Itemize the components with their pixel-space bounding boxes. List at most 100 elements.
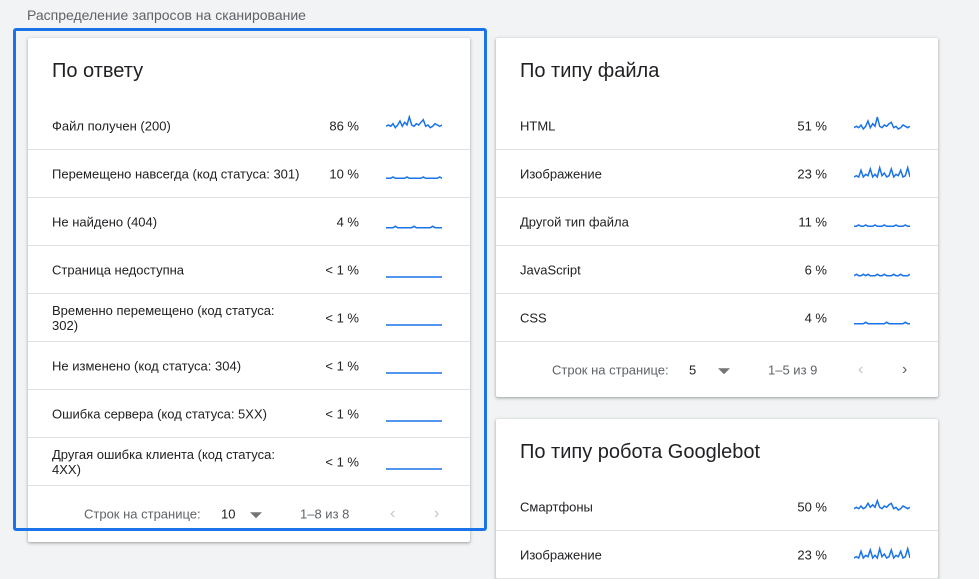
row-label: Файл получен (200) [52,118,171,133]
row-percent: 23 % [797,547,827,562]
row-sparkline [854,211,910,233]
table-row[interactable]: Перемещено навсегда (код статуса: 301) 10… [28,150,470,198]
row-percent: 50 % [797,499,827,514]
row-percent: < 1 % [325,406,359,421]
page-size-select[interactable]: 10 [221,507,235,522]
row-sparkline [386,259,442,281]
row-label: Другая ошибка клиента (код статуса: 4XX) [52,446,275,477]
sparkline [386,371,442,374]
row-percent: 51 % [797,118,827,133]
table-row[interactable]: Изображение 23 % [496,531,938,579]
page-size-select[interactable]: 5 [689,363,696,378]
table-row[interactable]: JavaScript 6 % [496,246,938,294]
row-sparkline [386,355,442,377]
sparkline [386,175,442,179]
table-row[interactable]: Файл получен (200) 86 % [28,102,470,150]
row-sparkline [386,163,442,185]
row-sparkline [386,307,442,329]
sparkline-path [854,164,910,179]
sparkline-path [854,497,910,511]
row-label: Изображение [520,166,602,181]
row-percent: 23 % [797,166,827,181]
row-label: Другой тип файла [520,214,629,229]
table-row[interactable]: Смартфоны 50 % [496,483,938,531]
table-row[interactable]: HTML 51 % [496,102,938,150]
row-label: Временно перемещено (код статуса: 302) [52,302,275,333]
row-percent: 86 % [329,118,359,133]
chevron-down-icon[interactable] [718,368,730,375]
row-percent: < 1 % [325,454,359,469]
row-percent: 4 % [336,214,359,229]
card-title: По типу робота Googlebot [520,441,761,463]
row-sparkline [854,163,910,185]
sparkline [386,467,442,470]
chevron-down-icon[interactable] [250,512,262,519]
pager: Строк на странице: 10 1–8 из 8 ‹ › [28,490,470,538]
sparkline [854,320,910,324]
row-label: JavaScript [520,262,581,277]
sparkline [854,223,910,227]
card-title: По ответу [52,60,144,82]
row-percent: 6 % [804,262,827,277]
row-label: Не изменено (код статуса: 304) [52,358,242,373]
row-sparkline [386,403,442,425]
sparkline [854,272,910,277]
table-row[interactable]: Другая ошибка клиента (код статуса: 4XX)… [28,438,470,486]
row-label: CSS [520,310,547,325]
table-row[interactable]: Не найдено (404) 4 % [28,198,470,246]
row-sparkline [854,115,910,137]
row-percent: < 1 % [325,310,359,325]
row-percent: < 1 % [325,262,359,277]
sparkline-path [386,224,442,228]
sparkline-path [854,116,910,130]
row-label: Страница недоступна [52,262,185,277]
sparkline [854,116,910,130]
row-label: Смартфоны [520,499,593,514]
table-row[interactable]: Изображение 23 % [496,150,938,198]
row-label: Перемещено навсегда (код статуса: 301) [52,166,300,181]
chevron-left-icon[interactable]: ‹ [390,505,395,523]
row-sparkline [854,259,910,281]
sparkline [386,114,442,129]
row-percent: 10 % [329,166,359,181]
row-sparkline [854,496,910,518]
rows-per-page-label: Строк на странице: [552,362,669,378]
sparkline-path [854,545,910,560]
sparkline-path [854,320,910,324]
chevron-right-icon[interactable]: › [902,361,907,379]
card-by-file-type: По типу файла HTML 51 % Изображение 23 % Дру… [496,38,938,397]
table-row[interactable]: Ошибка сервера (код статуса: 5XX) < 1 % [28,390,470,438]
chevron-right-icon[interactable]: › [434,505,439,523]
table-row[interactable]: Временно перемещено (код статуса: 302) < … [28,294,470,342]
sparkline [386,275,442,278]
row-percent: 11 % [798,214,827,229]
row-sparkline [386,114,442,137]
section-title: Распределение запросов на сканирование [27,7,306,23]
sparkline-path [386,114,442,129]
row-percent: 4 % [804,310,827,325]
page-range: 1–5 из 9 [768,362,818,378]
table-row[interactable]: Не изменено (код статуса: 304) < 1 % [28,342,470,390]
row-sparkline [854,544,910,566]
sparkline-path [854,223,910,227]
sparkline [386,224,442,228]
row-percent: < 1 % [325,358,359,373]
sparkline [854,164,910,179]
card-by-googlebot-type: По типу робота Googlebot Смартфоны 50 % Из… [496,419,938,579]
rows-per-page-label: Строк на странице: [84,506,201,522]
row-sparkline [854,307,910,329]
pager: Строк на странице: 5 1–5 из 9 ‹ › [496,346,938,394]
googlebot-rows: Смартфоны 50 % Изображение 23 % [496,483,938,579]
sparkline [386,323,442,326]
sparkline-path [854,272,910,277]
chevron-left-icon[interactable]: ‹ [858,361,863,379]
card-by-response: По ответу Файл получен (200) 86 % Перемеще… [28,38,470,542]
sparkline [386,419,442,422]
row-label: HTML [520,118,556,133]
row-sparkline [386,211,442,233]
row-sparkline [386,451,442,473]
filetype-rows: HTML 51 % Изображение 23 % Другой тип файла 1… [496,102,938,342]
table-row[interactable]: Страница недоступна < 1 % [28,246,470,294]
table-row[interactable]: CSS 4 % [496,294,938,342]
table-row[interactable]: Другой тип файла 11 % [496,198,938,246]
